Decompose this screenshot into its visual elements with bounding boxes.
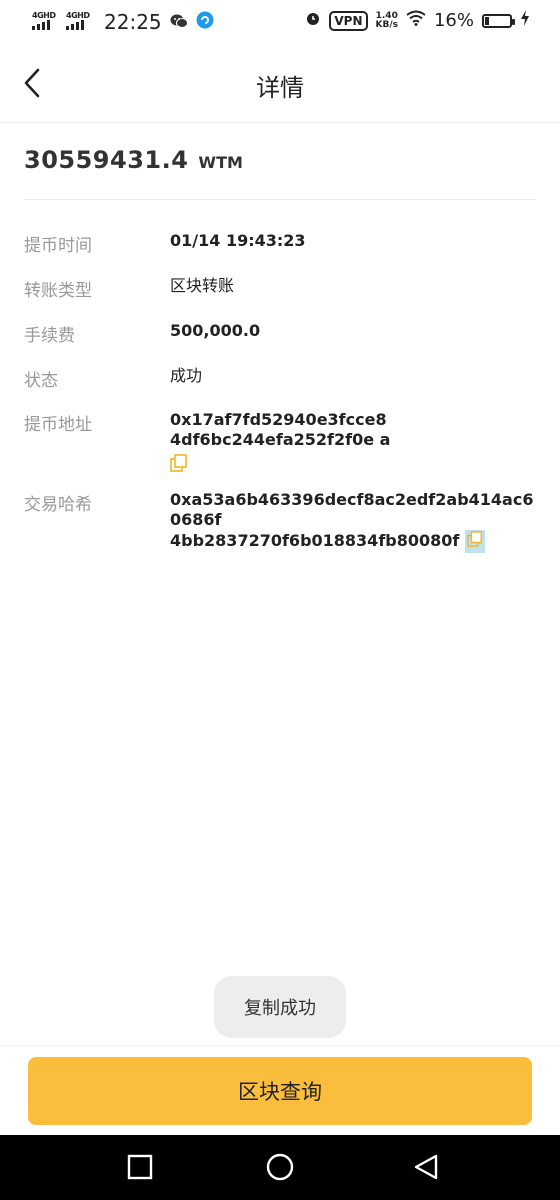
detail-value: 区块转账 <box>170 276 235 295</box>
battery-icon <box>482 13 515 28</box>
triangle-back-icon <box>414 1154 438 1180</box>
copy-address-button[interactable] <box>170 454 188 477</box>
system-nav-bar <box>0 1135 560 1200</box>
page-header: 详情 <box>0 44 560 123</box>
status-left: 4GHD 4GHD 22:25 <box>32 10 214 34</box>
detail-label: 转账类型 <box>24 281 92 301</box>
detail-value: 01/14 19:43:23 <box>170 231 306 250</box>
detail-row-status: 状态 成功 <box>24 366 544 391</box>
detail-row-fee: 手续费 500,000.0 <box>24 321 544 346</box>
signal-icon: 4GHD <box>32 12 58 32</box>
detail-row-hash: 交易哈希 0xa53a6b463396decf8ac2edf2ab414ac60… <box>24 490 544 553</box>
speed-unit: KB/s <box>375 19 398 30</box>
battery-percent: 16% <box>433 10 474 31</box>
wechat-icon <box>170 10 188 34</box>
signal-icon: 4GHD <box>66 12 92 32</box>
transaction-hash[interactable]: 0xa53a6b463396decf8ac2edf2ab414ac60686f … <box>170 490 544 553</box>
bottom-action-bar: 区块查询 <box>0 1045 560 1136</box>
detail-row-time: 提币时间 01/14 19:43:23 <box>24 231 544 256</box>
detail-label: 提币地址 <box>24 415 92 435</box>
copy-icon <box>170 454 187 472</box>
page-title: 详情 <box>256 74 304 102</box>
copy-icon <box>467 531 482 547</box>
back-nav-button[interactable] <box>410 1151 442 1183</box>
circle-icon <box>266 1153 294 1181</box>
network-speed: 1.40 KB/s <box>375 11 398 30</box>
hash-line-2: 4bb2837270f6b018834fb80080f <box>170 531 460 550</box>
signal-label: 4GHD <box>66 11 90 20</box>
charging-icon <box>520 10 530 31</box>
recents-button[interactable] <box>124 1151 156 1183</box>
detail-label: 手续费 <box>24 326 75 346</box>
detail-label: 提币时间 <box>24 236 92 256</box>
address-line-1: 0x17af7fd52940e3fcce8 <box>170 410 387 429</box>
copy-hash-button[interactable] <box>464 530 485 553</box>
detail-label: 状态 <box>24 371 58 391</box>
detail-row-type: 转账类型 区块转账 <box>24 276 544 301</box>
home-button[interactable] <box>264 1151 296 1183</box>
detail-value: 500,000.0 <box>170 321 261 340</box>
vpn-badge: VPN <box>329 10 368 31</box>
withdraw-address[interactable]: 0x17af7fd52940e3fcce8 4df6bc244efa252f2f… <box>170 410 390 477</box>
square-icon <box>127 1154 153 1180</box>
status-bar: 4GHD 4GHD 22:25 VPN 1.40 KB/s 16% <box>0 0 560 44</box>
divider <box>24 199 536 200</box>
detail-value: 成功 <box>170 366 203 385</box>
block-query-button[interactable]: 区块查询 <box>28 1057 532 1125</box>
status-time: 22:25 <box>104 10 162 34</box>
status-right: VPN 1.40 KB/s 16% <box>305 10 530 31</box>
hash-line-1: 0xa53a6b463396decf8ac2edf2ab414ac60686f <box>170 490 534 529</box>
signal-label: 4GHD <box>32 11 56 20</box>
address-line-2: 4df6bc244efa252f2f0e a <box>170 430 391 449</box>
wifi-icon <box>406 10 426 31</box>
app-notification-icon <box>196 10 214 34</box>
alarm-icon <box>305 10 321 31</box>
amount-value: 30559431.4 <box>24 146 189 174</box>
amount-unit: WTM <box>198 153 243 172</box>
detail-label: 交易哈希 <box>24 495 92 515</box>
detail-row-address: 提币地址 0x17af7fd52940e3fcce8 4df6bc244efa2… <box>24 410 544 477</box>
amount-row: 30559431.4 WTM <box>24 146 243 174</box>
toast-message: 复制成功 <box>214 976 346 1038</box>
